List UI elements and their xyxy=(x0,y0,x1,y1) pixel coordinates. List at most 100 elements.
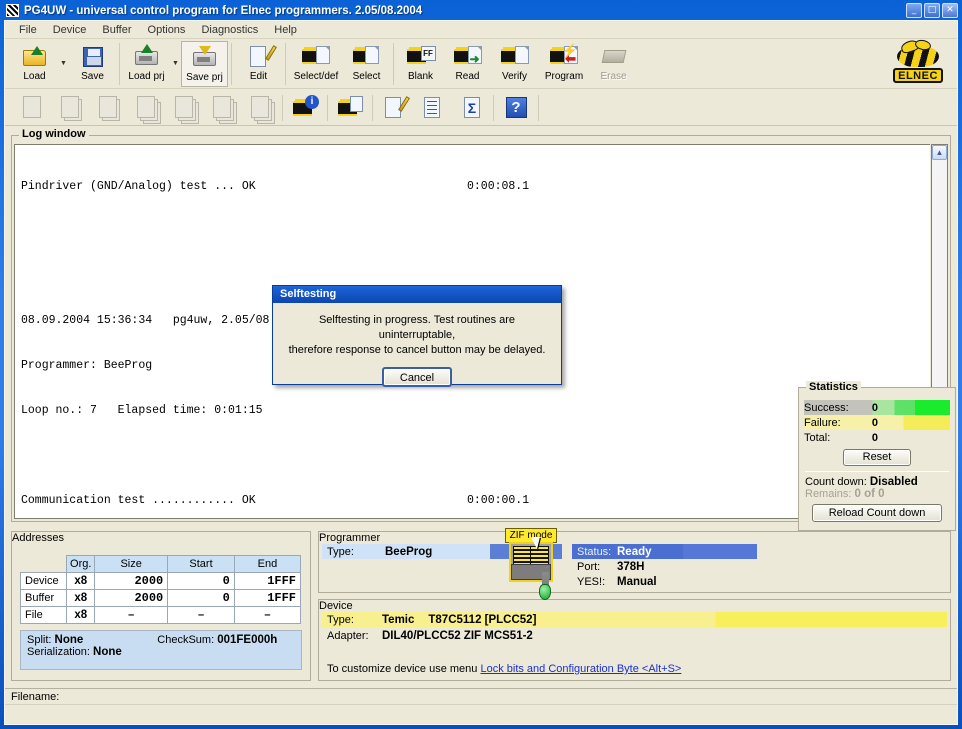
toolbar2-button-checksum[interactable]: Σ xyxy=(452,92,490,122)
remains-row: Remains: 0 of 0 xyxy=(805,488,949,500)
toolbar-button-read[interactable]: ➜ Read xyxy=(444,41,491,87)
file-size: – xyxy=(94,606,169,624)
toolbar-button-load-prj[interactable]: Load prj xyxy=(123,41,170,87)
page-stack3-icon xyxy=(213,96,231,118)
reload-countdown-button[interactable]: Reload Count down xyxy=(812,504,942,522)
zif-lever-knob xyxy=(539,584,551,600)
toolbar2-separator xyxy=(282,95,283,121)
total-value: 0 xyxy=(871,431,878,444)
toolbar-button-load[interactable]: Load xyxy=(11,41,58,87)
addresses-panel: Addresses Org. Size Start End Device x8 … xyxy=(11,531,311,681)
file-org: x8 xyxy=(66,606,96,624)
menu-item-help[interactable]: Help xyxy=(266,22,305,38)
menu-item-buffer[interactable]: Buffer xyxy=(94,22,139,38)
toolbar2-button-view-log[interactable] xyxy=(414,92,452,122)
row-label-buffer: Buffer xyxy=(19,589,68,607)
toolbar-button-edit[interactable]: Edit xyxy=(235,41,282,87)
minimize-button[interactable]: _ xyxy=(906,3,922,18)
edit-buffer-icon xyxy=(382,95,410,119)
device-adapter-row: Adapter: DIL40/PLCC52 ZIF MCS51-2 xyxy=(322,628,533,643)
device-type-value: T87C5112 [PLCC52] xyxy=(428,613,537,626)
yes-value: Manual xyxy=(617,575,657,588)
checksum-label: CheckSum: xyxy=(157,634,215,646)
scroll-up-icon[interactable]: ▲ xyxy=(932,145,947,160)
toolbar-button-erase: Erase xyxy=(590,41,637,87)
status-label: Status: xyxy=(577,545,612,558)
page-stack-icon xyxy=(137,96,155,118)
toolbar2-button-help[interactable]: ? xyxy=(497,92,535,122)
chip-read-icon: ➜ xyxy=(453,44,482,70)
programmer-status-row: Status: Ready xyxy=(572,544,757,559)
menu-bar: File Device Buffer Options Diagnostics H… xyxy=(5,21,957,39)
toolbar-button-select-def[interactable]: Select/def xyxy=(289,41,343,87)
device-type-label: Type: xyxy=(327,613,354,626)
toolbar-button-program[interactable]: ⬅ ⚡ Program xyxy=(538,41,590,87)
countdown-label: Count down: xyxy=(805,476,867,488)
programmer-status-block: Status: Ready Port: 378H YES!: Manual xyxy=(572,544,757,589)
toolbar2-separator xyxy=(538,95,539,121)
bottom-panels: Addresses Org. Size Start End Device x8 … xyxy=(11,528,951,681)
page-stack2-icon xyxy=(175,96,193,118)
title-bar: PG4UW - universal control program for El… xyxy=(2,1,960,20)
toolbar2-button-device-info[interactable]: i xyxy=(286,92,324,122)
toolbar-button-blank[interactable]: FF Blank xyxy=(397,41,444,87)
reset-button[interactable]: Reset xyxy=(843,449,911,466)
window-title: PG4UW - universal control program for El… xyxy=(24,4,423,17)
chip-program-icon: ⬅ ⚡ xyxy=(550,43,578,70)
buffer-size: 2000 xyxy=(94,589,169,607)
toolbar2-button-device-settings[interactable] xyxy=(331,92,369,122)
page-stack4-icon xyxy=(251,96,269,118)
close-button[interactable]: ✕ xyxy=(942,3,958,18)
toolbar-button-verify[interactable]: Verify xyxy=(491,41,538,87)
toolbar2-button-page xyxy=(13,92,51,122)
buffer-start: 0 xyxy=(167,589,235,607)
col-size: Size xyxy=(94,555,169,573)
toolbar-separator xyxy=(393,43,394,85)
col-blank xyxy=(21,556,67,573)
load-prj-dropdown-arrow[interactable]: ▼ xyxy=(170,41,181,85)
menu-item-file[interactable]: File xyxy=(11,22,45,38)
toolbar-separator xyxy=(231,43,232,85)
success-label: Success: xyxy=(804,401,849,414)
serialization-row: Serialization: None xyxy=(27,646,295,658)
cancel-button[interactable]: Cancel xyxy=(382,367,452,387)
programmer-type-label: Type: xyxy=(327,545,354,558)
chip-select-default-icon xyxy=(302,44,330,70)
toolbar2-separator xyxy=(372,95,373,121)
device-end: 1FFF xyxy=(233,572,302,590)
menu-item-options[interactable]: Options xyxy=(140,22,194,38)
toolbar-button-save[interactable]: Save xyxy=(69,41,116,87)
page-copy-icon xyxy=(61,96,79,118)
table-row: File x8 – – – xyxy=(19,606,302,624)
file-end: – xyxy=(233,606,302,624)
zif-mode-indicator[interactable]: ZIF mode xyxy=(505,528,557,600)
checksum-icon: Σ xyxy=(458,95,484,119)
countdown-value: Disabled xyxy=(869,476,918,488)
toolbar-separator xyxy=(119,43,120,85)
statistics-success-row: Success: 0 xyxy=(804,400,950,415)
toolbar2-button-edit-buffer[interactable] xyxy=(376,92,414,122)
menu-item-device[interactable]: Device xyxy=(45,22,95,38)
device-adapter-value: DIL40/PLCC52 ZIF MCS51-2 xyxy=(382,629,533,642)
maximize-button[interactable]: □ xyxy=(924,3,940,18)
toolbar2-separator xyxy=(493,95,494,121)
programmer-port-row: Port: 378H xyxy=(572,559,757,574)
load-dropdown-arrow[interactable]: ▼ xyxy=(58,41,69,85)
selftesting-dialog: Selftesting Selftesting in progress. Tes… xyxy=(272,285,562,387)
toolbar-button-save-prj[interactable]: Save prj xyxy=(181,41,228,87)
menu-item-diagnostics[interactable]: Diagnostics xyxy=(193,22,266,38)
main-toolbar: Load ▼ Save Load prj ▼ Save prj Edit Sel… xyxy=(5,37,957,89)
col-start: Start xyxy=(167,555,235,573)
chip-select-icon xyxy=(352,44,381,70)
chip-blank-check-icon: FF xyxy=(406,44,436,70)
device-panel: Device Type: Temic T87C5112 [PLCC52] Ada… xyxy=(318,599,951,681)
file-start: – xyxy=(167,606,235,624)
failure-value: 0 xyxy=(871,416,878,429)
toolbar-button-select[interactable]: Select xyxy=(343,41,390,87)
log-window-title: Log window xyxy=(19,128,89,140)
addresses-summary: Split: None CheckSum: 001FE000h Serializ… xyxy=(20,630,302,670)
serialization-value: None xyxy=(93,646,122,658)
lock-bits-link[interactable]: Lock bits and Configuration Byte <Alt+S> xyxy=(480,663,681,675)
